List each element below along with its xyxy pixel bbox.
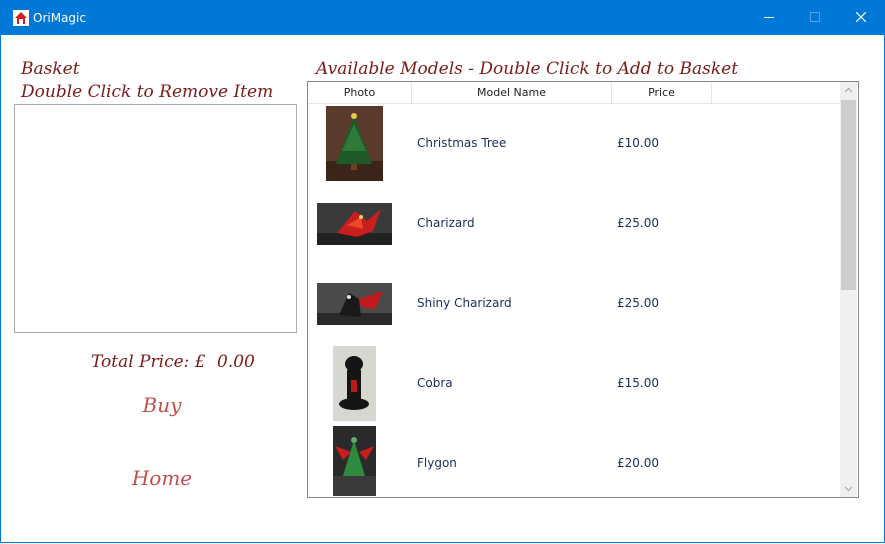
scrollbar-thumb[interactable] [841, 100, 856, 290]
minimize-button[interactable] [746, 0, 792, 35]
maximize-icon [810, 12, 820, 22]
column-header-photo[interactable]: Photo [308, 82, 412, 103]
model-name: Charizard [417, 216, 475, 230]
model-name: Flygon [417, 456, 457, 470]
title-bar: OriMagic [0, 0, 885, 35]
model-name: Shiny Charizard [417, 296, 512, 310]
model-row[interactable]: Charizard £25.00 [308, 183, 840, 263]
model-price: £25.00 [617, 216, 659, 230]
scroll-up-arrow-icon[interactable] [840, 82, 857, 99]
basket-title: Basket [21, 59, 80, 79]
close-button[interactable] [838, 0, 884, 35]
model-row[interactable]: Cobra £15.00 [308, 343, 840, 423]
home-button[interactable]: Home [110, 464, 214, 492]
models-title: Available Models - Double Click to Add t… [316, 59, 739, 79]
model-name: Cobra [417, 376, 453, 390]
model-photo [333, 426, 376, 496]
model-photo [326, 106, 383, 181]
scroll-down-arrow-icon[interactable] [840, 480, 857, 497]
vertical-scrollbar[interactable] [840, 82, 857, 497]
model-name: Christmas Tree [417, 136, 507, 150]
model-row[interactable]: Flygon £20.00 [308, 423, 840, 497]
model-photo [333, 346, 376, 421]
model-row[interactable]: Christmas Tree £10.00 [308, 103, 840, 183]
window-title: OriMagic [33, 11, 86, 25]
total-price-label: Total Price: £ [91, 352, 206, 372]
total-price-value: 0.00 [217, 352, 255, 372]
grid-header: Photo Model Name Price [308, 82, 840, 104]
model-row[interactable]: Shiny Charizard £25.00 [308, 263, 840, 343]
close-icon [856, 12, 866, 22]
column-header-price[interactable]: Price [612, 82, 712, 103]
column-header-model-name[interactable]: Model Name [412, 82, 612, 103]
models-grid[interactable]: Photo Model Name Price Christmas Tree £1… [307, 81, 859, 498]
maximize-button[interactable] [792, 0, 838, 35]
model-photo [317, 203, 392, 245]
basket-list[interactable] [14, 104, 297, 333]
model-photo [317, 283, 392, 325]
model-price: £10.00 [617, 136, 659, 150]
model-price: £25.00 [617, 296, 659, 310]
basket-instructions: Double Click to Remove Item [21, 82, 274, 102]
model-price: £15.00 [617, 376, 659, 390]
house-icon [13, 10, 29, 26]
buy-button[interactable]: Buy [110, 391, 214, 419]
minimize-icon [764, 17, 774, 18]
model-price: £20.00 [617, 456, 659, 470]
